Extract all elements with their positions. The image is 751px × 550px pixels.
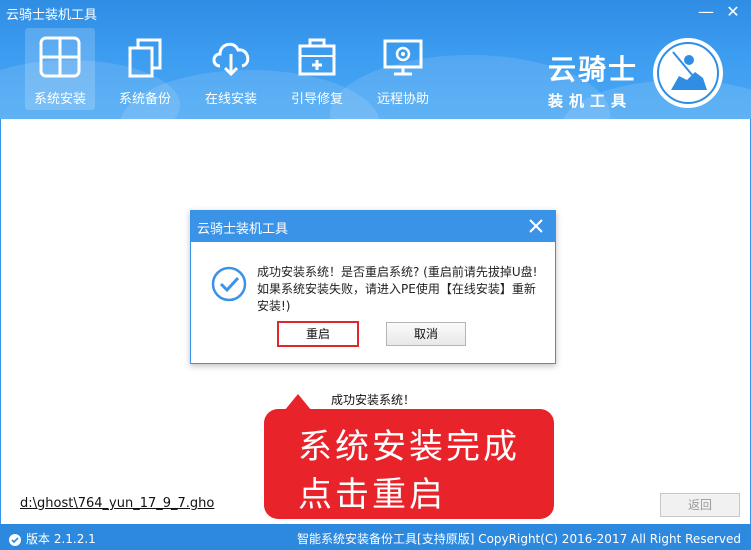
knight-logo-icon: [653, 38, 723, 108]
remote-monitor-icon: [383, 39, 423, 76]
close-button[interactable]: ✕: [722, 3, 744, 21]
nav-item-system-backup[interactable]: 系统备份: [110, 28, 180, 110]
nav-label: 系统安装: [33, 92, 86, 107]
cloud-download-icon: [212, 42, 250, 77]
brand-line1: 云骑士: [548, 53, 639, 86]
app-title: 云骑士装机工具: [6, 8, 98, 23]
version-info: 版本 2.1.2.1: [8, 530, 96, 547]
minimize-icon: —: [698, 2, 714, 21]
back-button[interactable]: 返回: [660, 493, 740, 517]
version-text: 版本 2.1.2.1: [26, 532, 96, 546]
nav-item-online-install[interactable]: 在线安装: [196, 28, 266, 110]
restart-dialog: 云骑士装机工具 成功安装系统！是否重启系统? (重启前请先拔掉U盘! 如果系统安…: [190, 210, 556, 364]
copyright-text: 智能系统安装备份工具[支持原版] CopyRight(C) 2016-2017 …: [297, 532, 741, 546]
footer-bar: 版本 2.1.2.1 智能系统安装备份工具[支持原版] CopyRight(C)…: [0, 524, 751, 550]
restart-button[interactable]: 重启: [277, 321, 359, 347]
windows-icon: [39, 36, 81, 78]
callout-line1: 系统安装完成: [298, 427, 520, 467]
brand-line2: 装机工具: [548, 92, 633, 110]
medkit-icon: [298, 38, 336, 76]
install-status-text: 成功安装系统！: [331, 393, 416, 407]
close-icon: ✕: [726, 2, 740, 21]
dialog-titlebar: 云骑士装机工具: [191, 211, 555, 242]
nav-label: 引导修复: [290, 92, 343, 107]
nav-item-system-install[interactable]: 系统安装: [25, 28, 95, 110]
nav-item-boot-repair[interactable]: 引导修复: [282, 28, 352, 110]
copy-icon: [128, 38, 162, 78]
window-border-left: [0, 119, 1, 524]
nav-label: 在线安装: [204, 92, 257, 107]
dialog-title: 云骑士装机工具: [197, 222, 289, 237]
instruction-callout: 系统安装完成 点击重启: [264, 409, 554, 519]
nav-item-remote-assist[interactable]: 远程协助: [368, 28, 438, 110]
cancel-button[interactable]: 取消: [386, 322, 466, 346]
info-icon: [9, 533, 21, 546]
minimize-button[interactable]: —: [695, 3, 717, 21]
dialog-message: 成功安装系统！是否重启系统? (重启前请先拔掉U盘! 如果系统安装失败，请进入P…: [257, 265, 538, 313]
callout-line2: 点击重启: [298, 475, 446, 515]
nav-label: 系统备份: [118, 92, 171, 107]
header-bar: 云骑士装机工具 — ✕ 系统安装 系统备份 在线安装 引导修复 远程协助 云骑士…: [0, 0, 751, 119]
brand-name: 云骑士 装机工具: [548, 48, 638, 111]
nav-label: 远程协助: [376, 92, 429, 107]
success-check-icon: [211, 266, 247, 302]
image-path-link[interactable]: d:\ghost\764_yun_17_9_7.gho: [20, 496, 214, 511]
dialog-close-icon[interactable]: [525, 215, 547, 237]
